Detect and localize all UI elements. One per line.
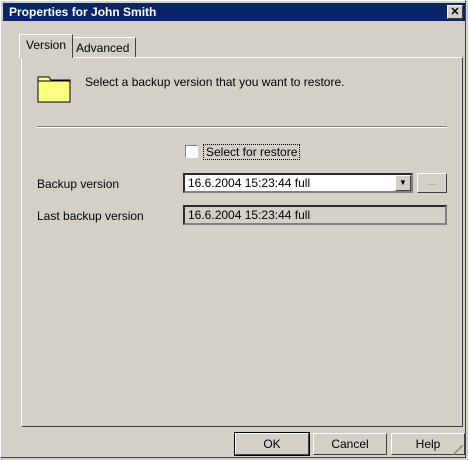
chevron-down-icon[interactable]: ▼ bbox=[395, 175, 411, 191]
cancel-button[interactable]: Cancel bbox=[313, 433, 387, 455]
last-backup-version-field: 16.6.2004 15:23:44 full bbox=[183, 205, 447, 225]
properties-dialog: Properties for John Smith ✕ Version Adva… bbox=[0, 0, 466, 458]
close-icon: ✕ bbox=[450, 6, 460, 18]
ok-button[interactable]: OK bbox=[234, 432, 310, 456]
tab-version-label: Version bbox=[26, 38, 67, 52]
folder-icon bbox=[37, 76, 71, 103]
backup-version-value: 16.6.2004 15:23:44 full bbox=[188, 176, 311, 190]
tab-advanced-label: Advanced bbox=[76, 41, 130, 55]
window-title: Properties for John Smith bbox=[9, 5, 157, 19]
resize-grip[interactable] bbox=[453, 445, 463, 455]
backup-version-select[interactable]: 16.6.2004 15:23:44 full ▼ bbox=[183, 173, 413, 193]
version-panel bbox=[21, 57, 463, 427]
select-for-restore-checkbox[interactable] bbox=[185, 145, 198, 158]
browse-button[interactable]: ... bbox=[417, 173, 447, 193]
backup-version-label: Backup version bbox=[37, 177, 120, 191]
close-button[interactable]: ✕ bbox=[447, 5, 463, 19]
last-backup-version-label: Last backup version bbox=[37, 209, 144, 223]
select-for-restore-label[interactable]: Select for restore bbox=[203, 144, 301, 160]
separator bbox=[37, 126, 447, 128]
tab-advanced[interactable]: Advanced bbox=[69, 37, 137, 57]
tab-version[interactable]: Version bbox=[19, 34, 74, 58]
description-text: Select a backup version that you want to… bbox=[85, 75, 345, 89]
last-backup-version-value: 16.6.2004 15:23:44 full bbox=[188, 208, 311, 222]
title-bar[interactable]: Properties for John Smith ✕ bbox=[3, 3, 465, 21]
